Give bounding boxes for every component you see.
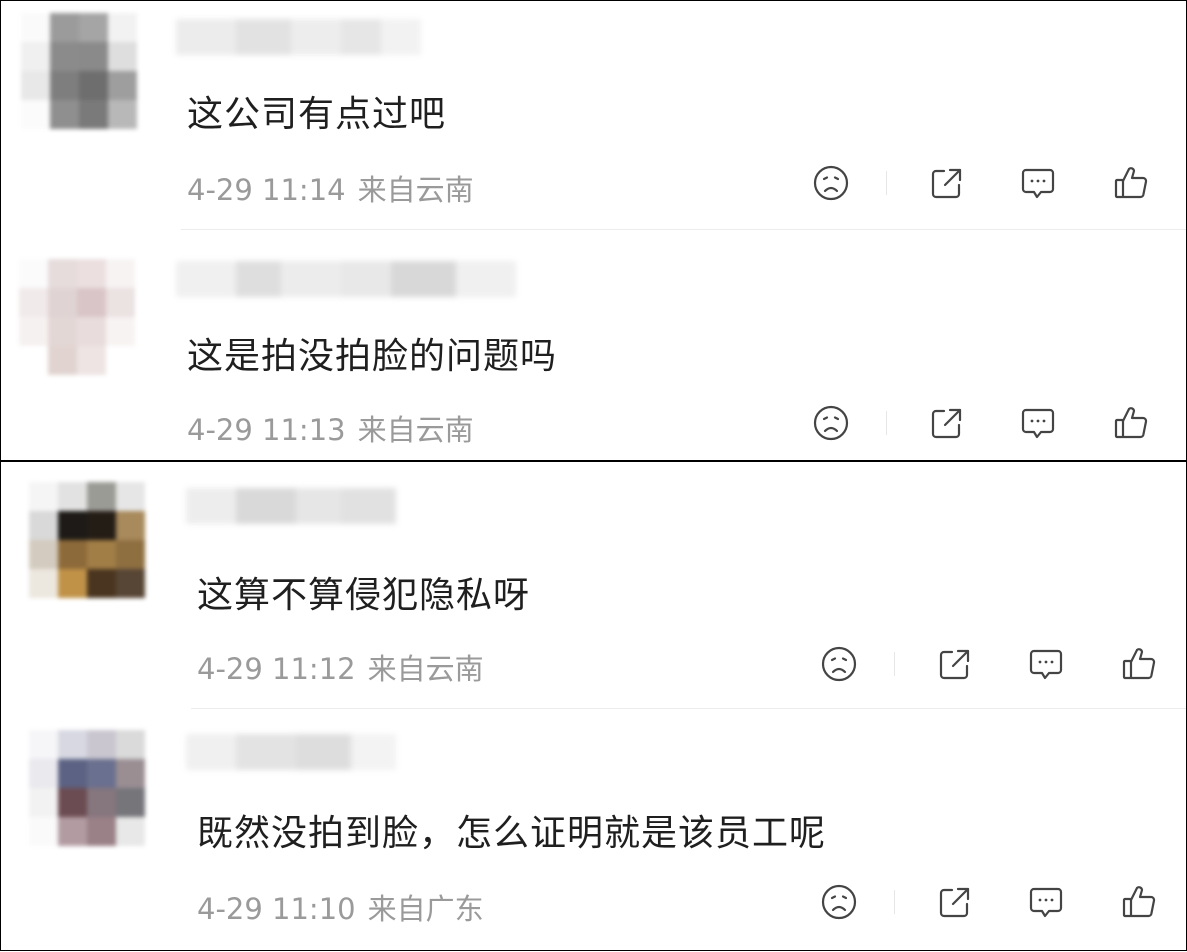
- comment-location: 来自云南: [367, 652, 484, 686]
- sad-face-icon[interactable]: [811, 403, 851, 443]
- comment-bubble-icon[interactable]: [1026, 882, 1066, 922]
- thumbs-up-icon[interactable]: [1111, 163, 1151, 203]
- avatar[interactable]: [21, 13, 137, 129]
- comment-meta: 4-29 11:10 来自广东: [197, 886, 484, 928]
- comment-location: 来自广东: [367, 892, 484, 926]
- actions-separator: [894, 652, 895, 676]
- sad-face-icon[interactable]: [811, 163, 851, 203]
- comment-divider: [191, 708, 1186, 709]
- comment-text: 这公司有点过吧: [187, 94, 447, 135]
- share-icon[interactable]: [934, 644, 974, 684]
- comment-time: 4-29 11:14: [187, 173, 346, 207]
- username[interactable]: [186, 488, 396, 524]
- sad-face-icon[interactable]: [819, 644, 859, 684]
- thumbs-up-icon[interactable]: [1119, 882, 1159, 922]
- actions-separator: [886, 171, 887, 195]
- screenshot-panel-bottom: 这算不算侵犯隐私呀 4-29 11:12 来自云南 既然没拍到脸，怎么证明就是该…: [0, 461, 1187, 951]
- sad-face-icon[interactable]: [819, 882, 859, 922]
- comment-item: 这算不算侵犯隐私呀 4-29 11:12 来自云南: [1, 462, 1186, 709]
- avatar[interactable]: [19, 259, 135, 375]
- comment-divider: [181, 229, 1186, 230]
- comment-meta: 4-29 11:12 来自云南: [197, 646, 484, 688]
- comment-bubble-icon[interactable]: [1018, 403, 1058, 443]
- comment-meta: 4-29 11:14 来自云南: [187, 167, 474, 209]
- thumbs-up-icon[interactable]: [1111, 403, 1151, 443]
- comment-meta: 4-29 11:13 来自云南: [187, 407, 474, 449]
- screenshot-panel-top: 这公司有点过吧 4-29 11:14 来自云南 这是拍没拍脸的问题吗 4-29 …: [0, 0, 1187, 461]
- avatar[interactable]: [29, 482, 145, 598]
- comment-text: 这是拍没拍脸的问题吗: [187, 336, 558, 377]
- comment-location: 来自云南: [357, 173, 474, 207]
- comment-bubble-icon[interactable]: [1026, 644, 1066, 684]
- username[interactable]: [176, 19, 421, 55]
- share-icon[interactable]: [926, 163, 966, 203]
- username[interactable]: [186, 734, 396, 770]
- comment-actions: [814, 644, 1164, 684]
- comment-time: 4-29 11:12: [197, 652, 356, 686]
- comment-location: 来自云南: [357, 413, 474, 447]
- actions-separator: [894, 890, 895, 914]
- comment-actions: [806, 163, 1156, 203]
- comment-text: 这算不算侵犯隐私呀: [197, 575, 531, 616]
- username[interactable]: [176, 261, 516, 297]
- actions-separator: [886, 411, 887, 435]
- comment-actions: [806, 403, 1156, 443]
- thumbs-up-icon[interactable]: [1119, 644, 1159, 684]
- comment-time: 4-29 11:10: [197, 892, 356, 926]
- comment-text: 既然没拍到脸，怎么证明就是该员工呢: [197, 813, 827, 854]
- share-icon[interactable]: [926, 403, 966, 443]
- comment-item: 既然没拍到脸，怎么证明就是该员工呢 4-29 11:10 来自广东: [1, 720, 1186, 950]
- avatar[interactable]: [29, 730, 145, 846]
- comment-time: 4-29 11:13: [187, 413, 346, 447]
- share-icon[interactable]: [934, 882, 974, 922]
- comment-bubble-icon[interactable]: [1018, 163, 1058, 203]
- comment-item: 这公司有点过吧 4-29 11:14 来自云南: [1, 1, 1186, 231]
- comment-item: 这是拍没拍脸的问题吗 4-29 11:13 来自云南: [1, 241, 1186, 460]
- comment-actions: [814, 882, 1164, 922]
